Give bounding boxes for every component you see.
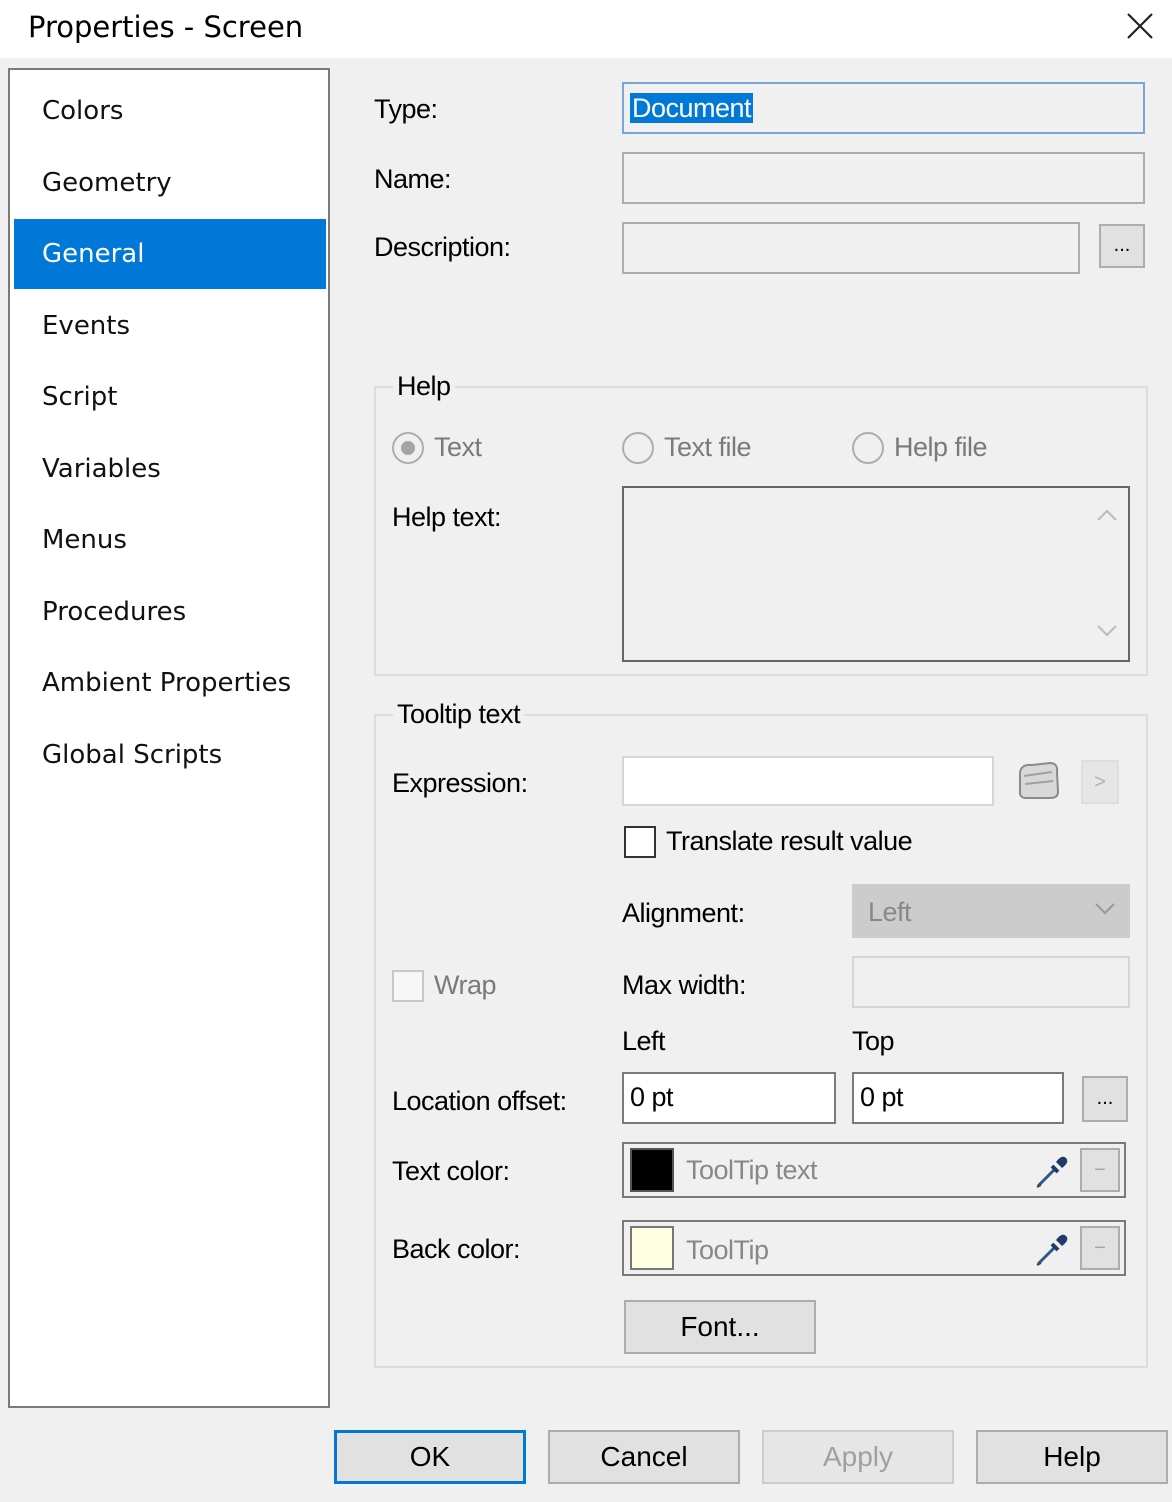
- back-color-clear-button[interactable]: −: [1080, 1226, 1120, 1270]
- translate-checkbox[interactable]: [624, 826, 656, 858]
- max-width-label: Max width:: [622, 970, 747, 1000]
- radio-text-file[interactable]: [622, 432, 654, 464]
- text-color-label: Text color:: [392, 1156, 510, 1186]
- offset-top-value: 0 pt: [860, 1082, 904, 1112]
- expression-field[interactable]: [622, 756, 994, 806]
- font-button[interactable]: Font...: [624, 1300, 816, 1354]
- wrap-label: Wrap: [434, 970, 497, 1000]
- wrap-checkbox[interactable]: [392, 970, 424, 1002]
- eyedropper-icon[interactable]: [1032, 1152, 1072, 1197]
- back-color-swatch: [630, 1226, 674, 1270]
- type-field[interactable]: Document: [622, 82, 1145, 134]
- nav-item-ambient-properties[interactable]: Ambient Properties: [14, 648, 326, 718]
- nav-item-global-scripts[interactable]: Global Scripts: [14, 720, 326, 790]
- nav-item-variables[interactable]: Variables: [14, 434, 326, 504]
- radio-text-file-label: Text file: [664, 432, 752, 462]
- window-title: Properties - Screen: [28, 10, 304, 44]
- scroll-up-icon[interactable]: [1096, 502, 1118, 528]
- nav-item-geometry[interactable]: Geometry: [14, 148, 326, 218]
- alignment-select[interactable]: Left: [852, 884, 1130, 938]
- description-field[interactable]: [622, 222, 1080, 274]
- type-value: Document: [630, 93, 754, 123]
- expression-label: Expression:: [392, 768, 528, 798]
- expression-editor-icon[interactable]: [1012, 756, 1064, 804]
- scroll-down-icon[interactable]: [1096, 618, 1118, 644]
- category-list: Colors Geometry General Events Script Va…: [8, 68, 330, 1408]
- back-color-name: ToolTip: [686, 1235, 769, 1265]
- text-color-swatch: [630, 1148, 674, 1192]
- text-color-clear-button[interactable]: −: [1080, 1148, 1120, 1192]
- back-color-picker[interactable]: ToolTip −: [622, 1220, 1126, 1276]
- help-text-label: Help text:: [392, 502, 502, 532]
- nav-item-general[interactable]: General: [14, 219, 326, 289]
- name-field[interactable]: [622, 152, 1145, 204]
- radio-selected-dot: [401, 441, 415, 455]
- ok-button[interactable]: OK: [334, 1430, 526, 1484]
- tooltip-legend: Tooltip text: [393, 699, 525, 730]
- expression-next-button[interactable]: >: [1081, 760, 1119, 804]
- max-width-field[interactable]: [852, 956, 1130, 1008]
- text-color-name: ToolTip text: [686, 1155, 818, 1185]
- translate-label: Translate result value: [666, 826, 913, 856]
- radio-help-file[interactable]: [852, 432, 884, 464]
- offset-browse-button[interactable]: ...: [1082, 1076, 1128, 1122]
- eyedropper-icon[interactable]: [1032, 1230, 1072, 1275]
- name-label: Name:: [374, 164, 452, 194]
- radio-text-label: Text: [434, 432, 482, 462]
- radio-help-file-label: Help file: [894, 432, 988, 462]
- close-icon[interactable]: [1122, 8, 1158, 44]
- nav-item-script[interactable]: Script: [14, 362, 326, 432]
- location-offset-label: Location offset:: [392, 1086, 567, 1116]
- text-color-picker[interactable]: ToolTip text −: [622, 1142, 1126, 1198]
- cancel-button[interactable]: Cancel: [548, 1430, 740, 1484]
- nav-item-events[interactable]: Events: [14, 291, 326, 361]
- offset-top-field[interactable]: 0 pt: [852, 1072, 1064, 1124]
- help-text-area[interactable]: [622, 486, 1130, 662]
- nav-item-menus[interactable]: Menus: [14, 505, 326, 575]
- offset-left-field[interactable]: 0 pt: [622, 1072, 836, 1124]
- left-column-label: Left: [622, 1026, 666, 1056]
- apply-button[interactable]: Apply: [762, 1430, 954, 1484]
- description-browse-button[interactable]: ...: [1099, 224, 1145, 268]
- description-label: Description:: [374, 232, 511, 262]
- chevron-down-icon: [1094, 902, 1116, 921]
- alignment-label: Alignment:: [622, 898, 745, 928]
- nav-item-colors[interactable]: Colors: [14, 76, 326, 146]
- type-label: Type:: [374, 94, 438, 124]
- alignment-value: Left: [868, 897, 912, 927]
- help-legend: Help: [393, 371, 455, 402]
- nav-item-procedures[interactable]: Procedures: [14, 577, 326, 647]
- help-button[interactable]: Help: [976, 1430, 1168, 1484]
- offset-left-value: 0 pt: [630, 1082, 674, 1112]
- top-column-label: Top: [852, 1026, 895, 1056]
- radio-text[interactable]: [392, 432, 424, 464]
- back-color-label: Back color:: [392, 1234, 521, 1264]
